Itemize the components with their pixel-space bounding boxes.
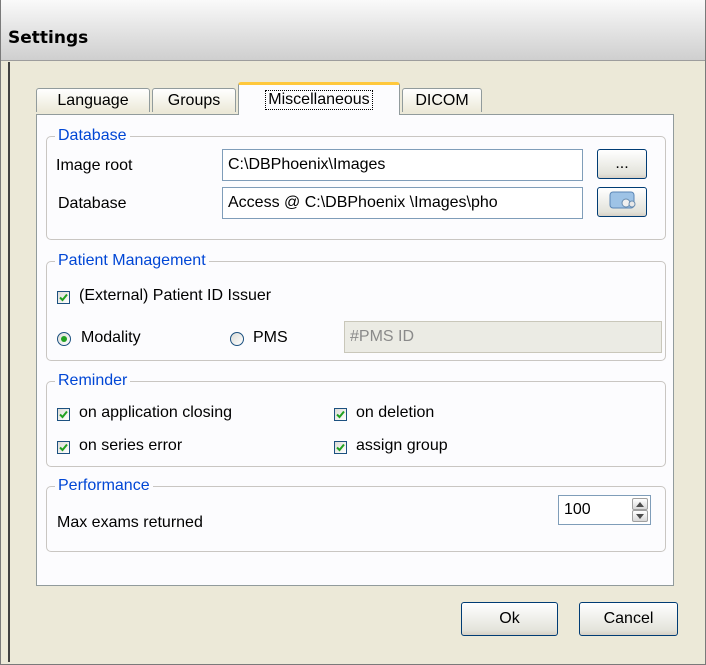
assign-group-label: assign group	[356, 437, 448, 454]
window-title: Settings	[8, 28, 89, 48]
performance-group: Performance Max exams returned 100	[46, 477, 666, 552]
check-icon	[59, 293, 68, 302]
modality-radio[interactable]	[57, 332, 71, 346]
on-series-error-checkbox[interactable]	[57, 441, 70, 454]
database-config-button[interactable]	[597, 187, 647, 217]
performance-legend: Performance	[55, 477, 153, 495]
max-exams-spinner[interactable]: 100	[558, 495, 651, 525]
modality-label: Modality	[81, 329, 141, 346]
pms-label: PMS	[253, 329, 288, 346]
check-icon	[59, 410, 68, 419]
max-exams-value: 100	[564, 501, 591, 518]
reminder-group: Reminder on application closing on delet…	[46, 372, 666, 467]
arrow-up-icon	[636, 502, 644, 507]
tab-dicom-label: DICOM	[415, 91, 469, 109]
patient-management-legend: Patient Management	[55, 252, 209, 270]
database-config-icon	[607, 190, 637, 215]
arrow-down-icon	[636, 514, 644, 519]
image-root-label: Image root	[56, 157, 133, 174]
tab-dicom[interactable]: DICOM	[402, 88, 482, 112]
tab-miscellaneous-label: Miscellaneous	[265, 90, 373, 110]
image-root-input[interactable]: C:\DBPhoenix\Images	[222, 149, 583, 181]
on-app-closing-label: on application closing	[79, 404, 232, 421]
browse-button[interactable]: ...	[597, 149, 647, 179]
pms-id-input: #PMS ID	[344, 321, 662, 353]
database-input[interactable]: Access @ C:\DBPhoenix \Images\pho	[222, 187, 583, 219]
on-series-error-label: on series error	[79, 437, 183, 454]
external-id-checkbox[interactable]	[57, 291, 70, 304]
radio-selected-dot	[61, 336, 67, 342]
database-group: Database Image root C:\DBPhoenix\Images …	[46, 127, 666, 240]
ok-button[interactable]: Ok	[461, 602, 558, 636]
check-icon	[59, 443, 68, 452]
on-app-closing-checkbox[interactable]	[57, 408, 70, 421]
assign-group-checkbox[interactable]	[334, 441, 347, 454]
tab-panel-miscellaneous: Database Image root C:\DBPhoenix\Images …	[36, 114, 674, 586]
title-bar[interactable]: Settings	[1, 0, 705, 61]
database-label: Database	[58, 195, 127, 212]
cancel-button[interactable]: Cancel	[579, 602, 678, 636]
spinner-arrows	[632, 498, 648, 522]
on-deletion-label: on deletion	[356, 404, 435, 421]
tab-language[interactable]: Language	[36, 88, 150, 112]
tab-groups-label: Groups	[167, 91, 221, 109]
max-exams-label: Max exams returned	[57, 514, 203, 531]
reminder-legend: Reminder	[55, 372, 131, 390]
check-icon	[336, 443, 345, 452]
external-id-label: (External) Patient ID Issuer	[79, 287, 272, 304]
spinner-up-button[interactable]	[632, 498, 648, 510]
check-icon	[336, 410, 345, 419]
tab-miscellaneous[interactable]: Miscellaneous	[238, 82, 400, 115]
on-deletion-checkbox[interactable]	[334, 408, 347, 421]
tab-language-label: Language	[57, 91, 129, 109]
spinner-down-button[interactable]	[632, 510, 648, 522]
tab-groups[interactable]: Groups	[152, 88, 236, 112]
database-legend: Database	[55, 127, 130, 145]
pms-radio[interactable]	[230, 332, 244, 346]
patient-management-group: Patient Management (External) Patient ID…	[46, 252, 666, 361]
